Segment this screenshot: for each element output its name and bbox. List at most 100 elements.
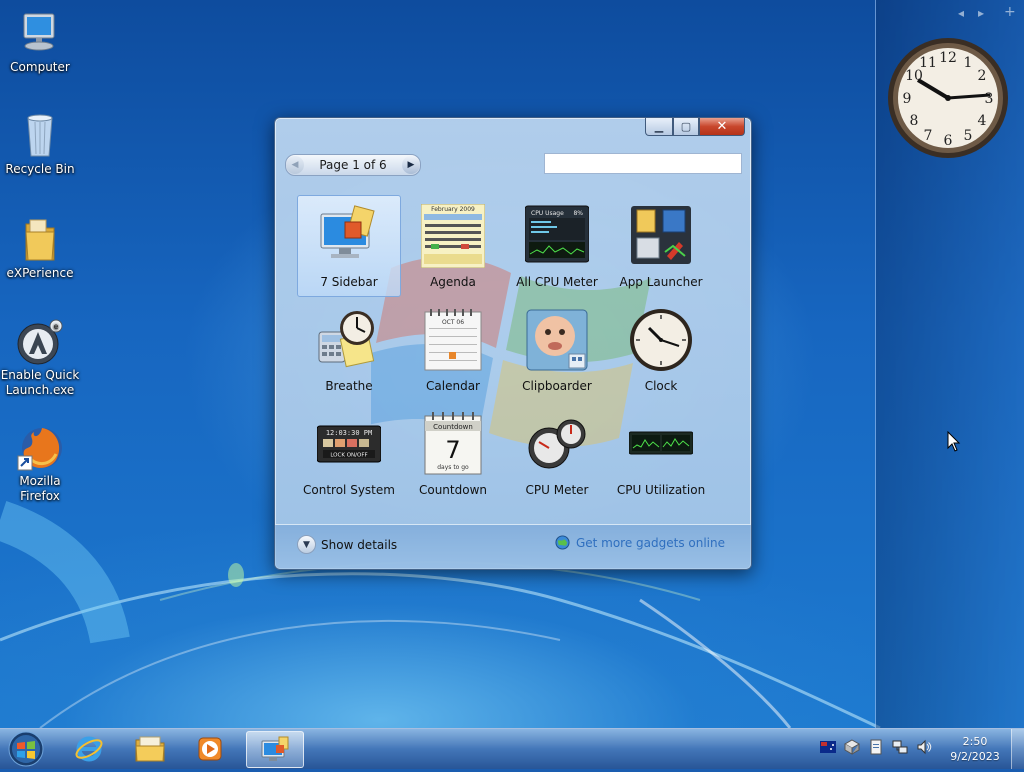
gadget-label: Agenda bbox=[430, 275, 476, 289]
language-flag-icon[interactable] bbox=[820, 739, 836, 755]
clock-icon bbox=[629, 308, 693, 372]
gadget-tile-clipboarder[interactable]: Clipboarder bbox=[505, 299, 609, 401]
recycle-bin-icon bbox=[16, 112, 64, 160]
folder-icon bbox=[135, 736, 165, 761]
sidebar-icon bbox=[261, 736, 289, 761]
internet-explorer-icon bbox=[75, 736, 103, 761]
quick-launch-icon: e bbox=[16, 318, 64, 366]
system-tray bbox=[820, 739, 932, 755]
agenda-calendar-icon: February 2009 bbox=[420, 203, 486, 269]
svg-text:12: 12 bbox=[939, 50, 957, 66]
previous-page-button[interactable]: ◀ bbox=[286, 156, 304, 174]
document-icon[interactable] bbox=[868, 739, 884, 755]
gadget-tile-cpu-utilization[interactable]: CPU Utilization bbox=[609, 403, 713, 505]
minimize-button[interactable]: ▁ bbox=[645, 118, 673, 136]
gadget-tile-7-sidebar[interactable]: 7 Sidebar bbox=[297, 195, 401, 297]
gadget-tile-cpu-meter[interactable]: CPU Meter bbox=[505, 403, 609, 505]
gadget-label: Clipboarder bbox=[522, 379, 592, 393]
search-gadgets-input[interactable] bbox=[544, 153, 742, 174]
close-button[interactable]: ✕ bbox=[699, 118, 745, 136]
gadget-gallery-window: ▁ ▢ ✕ ◀ Page 1 of 6 ▶ 7 Sidebar February… bbox=[274, 117, 752, 570]
desktop-icon-computer[interactable]: Computer bbox=[0, 10, 80, 75]
get-more-gadgets-link[interactable]: Get more gadgets online bbox=[555, 535, 725, 550]
taskbar-gadget-gallery[interactable] bbox=[246, 731, 304, 768]
get-more-gadgets-label: Get more gadgets online bbox=[575, 535, 725, 550]
gadget-label: CPU Utilization bbox=[616, 483, 706, 497]
control-time-text: 12:03:30 PM bbox=[326, 429, 372, 437]
gadget-tile-countdown[interactable]: Countdown 7 days to go Countdown bbox=[401, 403, 505, 505]
desktop-icon-experience-folder[interactable]: eXPerience bbox=[0, 216, 80, 281]
gadget-label: App Launcher bbox=[619, 275, 703, 289]
sidebar-prev-arrow[interactable]: ◂ bbox=[958, 6, 964, 20]
svg-text:4: 4 bbox=[978, 113, 987, 129]
gadget-tile-all-cpu-meter[interactable]: CPU Usage 8% All CPU Meter bbox=[505, 195, 609, 297]
countdown-icon: Countdown 7 days to go bbox=[421, 412, 485, 476]
taskbar-time: 2:50 bbox=[962, 735, 988, 748]
taskbar-internet-explorer[interactable] bbox=[61, 731, 117, 766]
folder-icon bbox=[16, 216, 64, 264]
sidebar-add-gadget-button[interactable]: + bbox=[1004, 4, 1016, 20]
svg-text:6: 6 bbox=[944, 133, 953, 149]
gallery-footer: ▼ Show details Get more gadgets online bbox=[275, 524, 751, 569]
sidebar-clock-gadget[interactable]: 12 1 2 345 678 9 10 11 bbox=[886, 36, 1010, 160]
control-lock-text: LOCK ON/OFF bbox=[330, 453, 367, 459]
taskbar-media-player[interactable] bbox=[182, 731, 238, 766]
taskbar-date: 9/2/2023 bbox=[950, 750, 1000, 763]
gadget-tile-clock[interactable]: Clock bbox=[609, 299, 713, 401]
window-caption-buttons: ▁ ▢ ✕ bbox=[645, 118, 745, 136]
svg-text:9: 9 bbox=[903, 91, 912, 107]
windows-start-icon bbox=[8, 731, 44, 767]
gadget-tile-app-launcher[interactable]: App Launcher bbox=[609, 195, 713, 297]
cpu-percent-text: 8% bbox=[573, 210, 583, 217]
desktop-icon-recycle-bin[interactable]: Recycle Bin bbox=[0, 112, 80, 177]
gadget-label: Countdown bbox=[418, 483, 487, 497]
gadget-label: Clock bbox=[644, 379, 678, 393]
countdown-number-text: 7 bbox=[445, 436, 460, 464]
mouse-cursor-icon bbox=[947, 431, 961, 452]
gadget-tile-agenda[interactable]: February 2009 Agenda bbox=[401, 195, 505, 297]
countdown-title-text: Countdown bbox=[433, 423, 473, 431]
desktop-icon-label: eXPerience bbox=[6, 266, 74, 280]
taskbar-file-explorer[interactable] bbox=[122, 731, 178, 766]
computer-icon bbox=[16, 10, 64, 58]
svg-text:7: 7 bbox=[924, 128, 933, 144]
maximize-button[interactable]: ▢ bbox=[673, 118, 699, 136]
next-page-button[interactable]: ▶ bbox=[402, 156, 420, 174]
desktop-icon-label: Mozilla Firefox bbox=[19, 474, 61, 503]
sidebar-icon bbox=[317, 204, 381, 268]
countdown-caption-text: days to go bbox=[437, 464, 469, 471]
clock-icon: 12 12 345 678 91011 bbox=[888, 38, 1008, 158]
svg-text:3: 3 bbox=[985, 91, 994, 107]
svg-text:11: 11 bbox=[919, 55, 937, 71]
sidebar-next-arrow[interactable]: ▸ bbox=[978, 6, 984, 20]
taskbar-clock[interactable]: 2:50 9/2/2023 bbox=[944, 734, 1006, 764]
media-player-icon bbox=[198, 737, 222, 760]
desktop-icon-label: Enable Quick Launch.exe bbox=[0, 368, 80, 397]
cpu-title-text: CPU Usage bbox=[531, 210, 564, 217]
volume-icon[interactable] bbox=[916, 739, 932, 755]
cpu-gauge-icon bbox=[525, 412, 589, 476]
breathe-icon bbox=[317, 308, 381, 372]
show-desktop-button[interactable] bbox=[1011, 729, 1024, 769]
calendar-month-text: OCT 06 bbox=[442, 319, 464, 326]
svg-text:5: 5 bbox=[964, 128, 973, 144]
network-share-icon[interactable] bbox=[843, 739, 861, 755]
gadget-label: Breathe bbox=[325, 379, 373, 393]
desktop-icon-mozilla-firefox[interactable]: Mozilla Firefox bbox=[0, 424, 80, 504]
svg-text:2: 2 bbox=[978, 68, 987, 84]
desktop-icon-label: Recycle Bin bbox=[5, 162, 75, 176]
show-details-toggle[interactable]: ▼ Show details bbox=[297, 535, 397, 554]
gadget-tile-control-system[interactable]: 12:03:30 PM LOCK ON/OFF Control System bbox=[297, 403, 401, 505]
gadget-tile-calendar[interactable]: OCT 06 Calendar bbox=[401, 299, 505, 401]
cpu-utilization-icon bbox=[628, 412, 694, 476]
page-indicator: Page 1 of 6 bbox=[319, 158, 387, 172]
cpu-meter-icon: CPU Usage 8% bbox=[524, 204, 590, 268]
svg-text:1: 1 bbox=[964, 55, 973, 71]
globe-icon bbox=[555, 535, 570, 550]
gadget-tile-breathe[interactable]: Breathe bbox=[297, 299, 401, 401]
desktop-icon-enable-quick-launch[interactable]: e Enable Quick Launch.exe bbox=[0, 318, 80, 398]
desktop-icon-label: Computer bbox=[10, 60, 70, 74]
network-icon[interactable] bbox=[892, 739, 908, 755]
calendar-icon: OCT 06 bbox=[421, 308, 485, 372]
start-button[interactable] bbox=[6, 730, 46, 768]
